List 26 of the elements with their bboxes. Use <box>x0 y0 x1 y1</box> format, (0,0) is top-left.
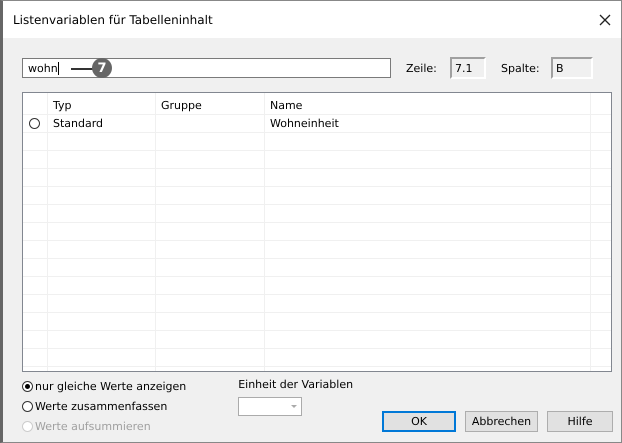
unit-label: Einheit der Variablen <box>238 378 354 391</box>
close-icon[interactable] <box>599 14 611 26</box>
dialog-button[interactable]: Hilfe <box>547 411 613 432</box>
column-label: Spalte: <box>501 62 541 74</box>
callout-badge: 7 <box>92 58 112 78</box>
leader-line <box>71 68 93 70</box>
column-header[interactable]: Typ <box>48 93 156 114</box>
row-label: Zeile: <box>406 62 438 74</box>
table-cell: Wohneinheit <box>270 117 339 130</box>
dialog-button[interactable]: OK <box>382 411 456 432</box>
dialog-button[interactable]: Abbrechen <box>465 411 538 432</box>
search-field[interactable]: wohn 7 <box>22 58 391 78</box>
radio-button[interactable] <box>22 400 33 412</box>
radio-option: Werte aufsummieren <box>22 418 238 434</box>
radio-option[interactable]: nur gleiche Werte anzeigen <box>22 378 238 394</box>
column-header[interactable]: Name <box>265 93 591 114</box>
radio-button[interactable] <box>22 380 33 392</box>
window-title: Listenvariablen für Tabelleninhalt <box>13 12 213 26</box>
search-text: wohn <box>28 62 58 74</box>
dropdown-arrow-icon <box>291 404 298 408</box>
radio-option[interactable]: Werte zusammenfassen <box>22 398 238 414</box>
column-field: B <box>551 57 593 79</box>
row-field: 7.1 <box>450 57 486 79</box>
row-radio[interactable] <box>29 118 40 129</box>
column-header[interactable]: Gruppe <box>156 93 265 114</box>
table-cell: Standard <box>53 117 104 130</box>
